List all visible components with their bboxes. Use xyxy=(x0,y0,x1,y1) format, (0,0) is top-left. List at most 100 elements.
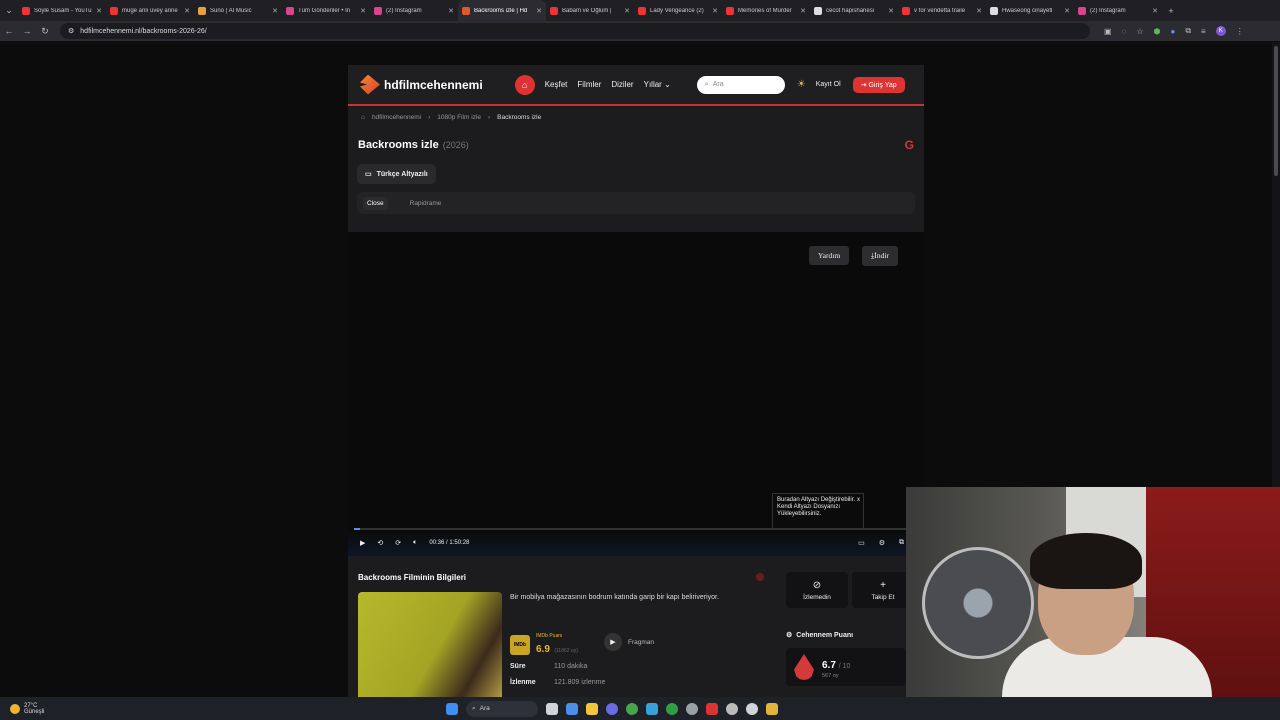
register-link[interactable]: Kayıt Ol xyxy=(816,81,841,88)
cehennem-score-box[interactable]: 6.7 / 10 567 oy xyxy=(786,648,906,686)
weather-text: 27°C Güneşli xyxy=(24,703,44,715)
cehennem-max: / 10 xyxy=(838,663,851,670)
browser-tab[interactable]: müge anlı üvey anne ✕ xyxy=(106,0,194,21)
browser-tab[interactable]: Babam ve Oğlum | ✕ xyxy=(546,0,634,21)
extension-icon[interactable]: ● xyxy=(1170,27,1175,36)
profile-avatar[interactable]: K xyxy=(1215,26,1226,36)
tab-close-icon[interactable]: ✕ xyxy=(1152,7,1158,15)
bookmark-star-icon[interactable]: ☆ xyxy=(1136,27,1143,36)
browser-tab[interactable]: v for vendetta traile ✕ xyxy=(898,0,986,21)
tab-close-icon[interactable]: ✕ xyxy=(536,7,542,15)
not-watched-button[interactable]: ⊘ İzlemedin xyxy=(786,572,848,608)
follow-button[interactable]: + Takip Et xyxy=(852,572,914,608)
menu-yillar[interactable]: Yıllar ⌄ xyxy=(644,80,671,89)
search-input[interactable]: ⌕ Ara xyxy=(696,75,785,94)
site-info-icon[interactable]: ⚙ xyxy=(68,27,74,35)
rewind-icon[interactable]: ⟲ xyxy=(377,539,383,547)
tab-close-icon[interactable]: ✕ xyxy=(624,7,630,15)
login-button[interactable]: ⇥ Giriş Yap xyxy=(852,76,905,93)
tab-close-icon[interactable]: ✕ xyxy=(184,7,190,15)
url-field[interactable]: ⚙ hdfilmcehennemi.nl/backrooms-2026-26/ xyxy=(60,23,1090,39)
browser-tab[interactable]: Tüm Gönderiler • In ✕ xyxy=(282,0,370,21)
breadcrumb-category[interactable]: 1080p Film izle xyxy=(437,114,481,121)
puzzle-icon[interactable]: ⧉ xyxy=(1185,26,1191,36)
scrollbar-thumb[interactable] xyxy=(1274,46,1278,176)
send-icon[interactable] xyxy=(646,702,658,715)
views-value: 121.809 izlenme xyxy=(554,679,606,686)
download-label: İndir xyxy=(874,251,889,260)
home-small-icon: ⌂ xyxy=(361,113,365,121)
tab-close-icon[interactable]: ✕ xyxy=(800,7,806,15)
red-app-icon[interactable] xyxy=(706,702,718,715)
browser-tab[interactable]: cecot hapishanesi ✕ xyxy=(810,0,898,21)
google-icon[interactable]: G xyxy=(905,138,914,152)
browser-tab[interactable]: (2) Instagram ✕ xyxy=(370,0,458,21)
tab-close-icon[interactable]: ✕ xyxy=(888,7,894,15)
pip-icon[interactable]: ⧉ xyxy=(899,539,904,547)
login-label: Giriş Yap xyxy=(868,81,897,89)
volume-icon[interactable]: 🔈︎ xyxy=(413,539,417,547)
file-explorer-icon[interactable] xyxy=(586,702,598,715)
help-button[interactable]: Yardım xyxy=(809,246,850,265)
forward-skip-icon[interactable]: ⟳ xyxy=(395,539,401,547)
tab-close-icon[interactable]: ✕ xyxy=(360,7,366,15)
video-player[interactable]: Yardım ⤓İndir Buradan Altyazı Değiştireb… xyxy=(348,232,924,556)
source-close[interactable]: Close xyxy=(363,196,388,210)
tab-search-icon[interactable]: ⌄ xyxy=(0,5,18,16)
hide-icon[interactable]: ◌ xyxy=(1122,27,1127,36)
browser-tab[interactable]: Lady Vengeance (2) ✕ xyxy=(634,0,722,21)
tab-close-icon[interactable]: ✕ xyxy=(1064,7,1070,15)
trailer-button[interactable]: ▶ Fragman xyxy=(604,633,654,651)
task-view-icon[interactable] xyxy=(546,702,558,715)
more-menu-icon[interactable]: ⋮ xyxy=(1236,27,1244,36)
gear-badge-icon: ⚙ xyxy=(786,632,793,639)
imdb-votes: (11862 oy) xyxy=(554,648,578,654)
steam-icon[interactable] xyxy=(746,702,758,715)
source-rapidrame[interactable]: Rapidrame xyxy=(410,200,442,207)
new-tab-button[interactable]: + xyxy=(1162,6,1180,16)
captions-icon[interactable]: ▭ xyxy=(858,539,865,547)
menu-kesfet[interactable]: Keşfet xyxy=(545,80,568,89)
close-icon[interactable]: x xyxy=(857,497,860,504)
weather-widget[interactable]: 27°C Güneşli xyxy=(0,703,44,715)
browser-tab[interactable]: Suno | AI Music ✕ xyxy=(194,0,282,21)
reload-icon[interactable]: ↻ xyxy=(36,26,54,37)
tab-close-icon[interactable]: ✕ xyxy=(976,7,982,15)
tab-close-icon[interactable]: ✕ xyxy=(712,7,718,15)
settings-icon[interactable] xyxy=(686,702,698,715)
shield-extension-icon[interactable]: ⬢ xyxy=(1154,27,1161,36)
chrome-icon[interactable] xyxy=(626,702,638,715)
subtitle-language-button[interactable]: ▭ Türkçe Altyazılı xyxy=(357,164,436,184)
gear-app-icon[interactable] xyxy=(726,702,738,715)
imdb-text: IMDb Puanı 6.9 (11862 oy) xyxy=(536,633,578,657)
tab-close-icon[interactable]: ✕ xyxy=(96,7,102,15)
download-button[interactable]: ⤓İndir xyxy=(862,246,898,266)
theme-toggle-sun-icon[interactable]: ☀ xyxy=(797,79,806,90)
yellow-app-icon[interactable] xyxy=(766,702,778,715)
tab-close-icon[interactable]: ✕ xyxy=(272,7,278,15)
media-icon[interactable]: ≡ xyxy=(1201,27,1206,36)
xbox-icon[interactable] xyxy=(666,702,678,715)
site-logo[interactable]: hdfilmcehennemi xyxy=(360,74,483,95)
browser-tab[interactable]: Memories of Murder ✕ xyxy=(722,0,810,21)
browser-tab[interactable]: Söyle Susam - YouTube ✕ xyxy=(18,0,106,21)
tab-close-icon[interactable]: ✕ xyxy=(448,7,454,15)
discord-icon[interactable] xyxy=(606,702,618,715)
store-icon[interactable] xyxy=(566,702,578,715)
browser-tab[interactable]: Hwaseong cinayetl ✕ xyxy=(986,0,1074,21)
browser-tab[interactable]: Backrooms izle | Hd ✕ xyxy=(458,0,546,21)
breadcrumb-home[interactable]: hdfilmcehennemi xyxy=(372,114,421,121)
menu-diziler[interactable]: Diziler xyxy=(611,80,633,89)
site-container: hdfilmcehennemi ⌂ Keşfet Filmler Diziler… xyxy=(348,65,924,697)
browser-tab[interactable]: (2) Instagram ✕ xyxy=(1074,0,1162,21)
home-icon[interactable]: ⌂ xyxy=(514,74,535,95)
windows-start-icon[interactable] xyxy=(446,702,458,715)
taskbar-search[interactable]: ⌕ Ara xyxy=(466,700,538,717)
settings-gear-icon[interactable]: ⚙ xyxy=(879,539,885,547)
forward-icon[interactable]: → xyxy=(18,26,36,36)
menu-filmler[interactable]: Filmler xyxy=(577,80,601,89)
movie-poster[interactable] xyxy=(358,592,502,697)
cast-icon[interactable]: ▣ xyxy=(1104,27,1112,36)
play-icon[interactable]: ▶ xyxy=(360,539,365,547)
back-icon[interactable]: ← xyxy=(0,26,18,36)
